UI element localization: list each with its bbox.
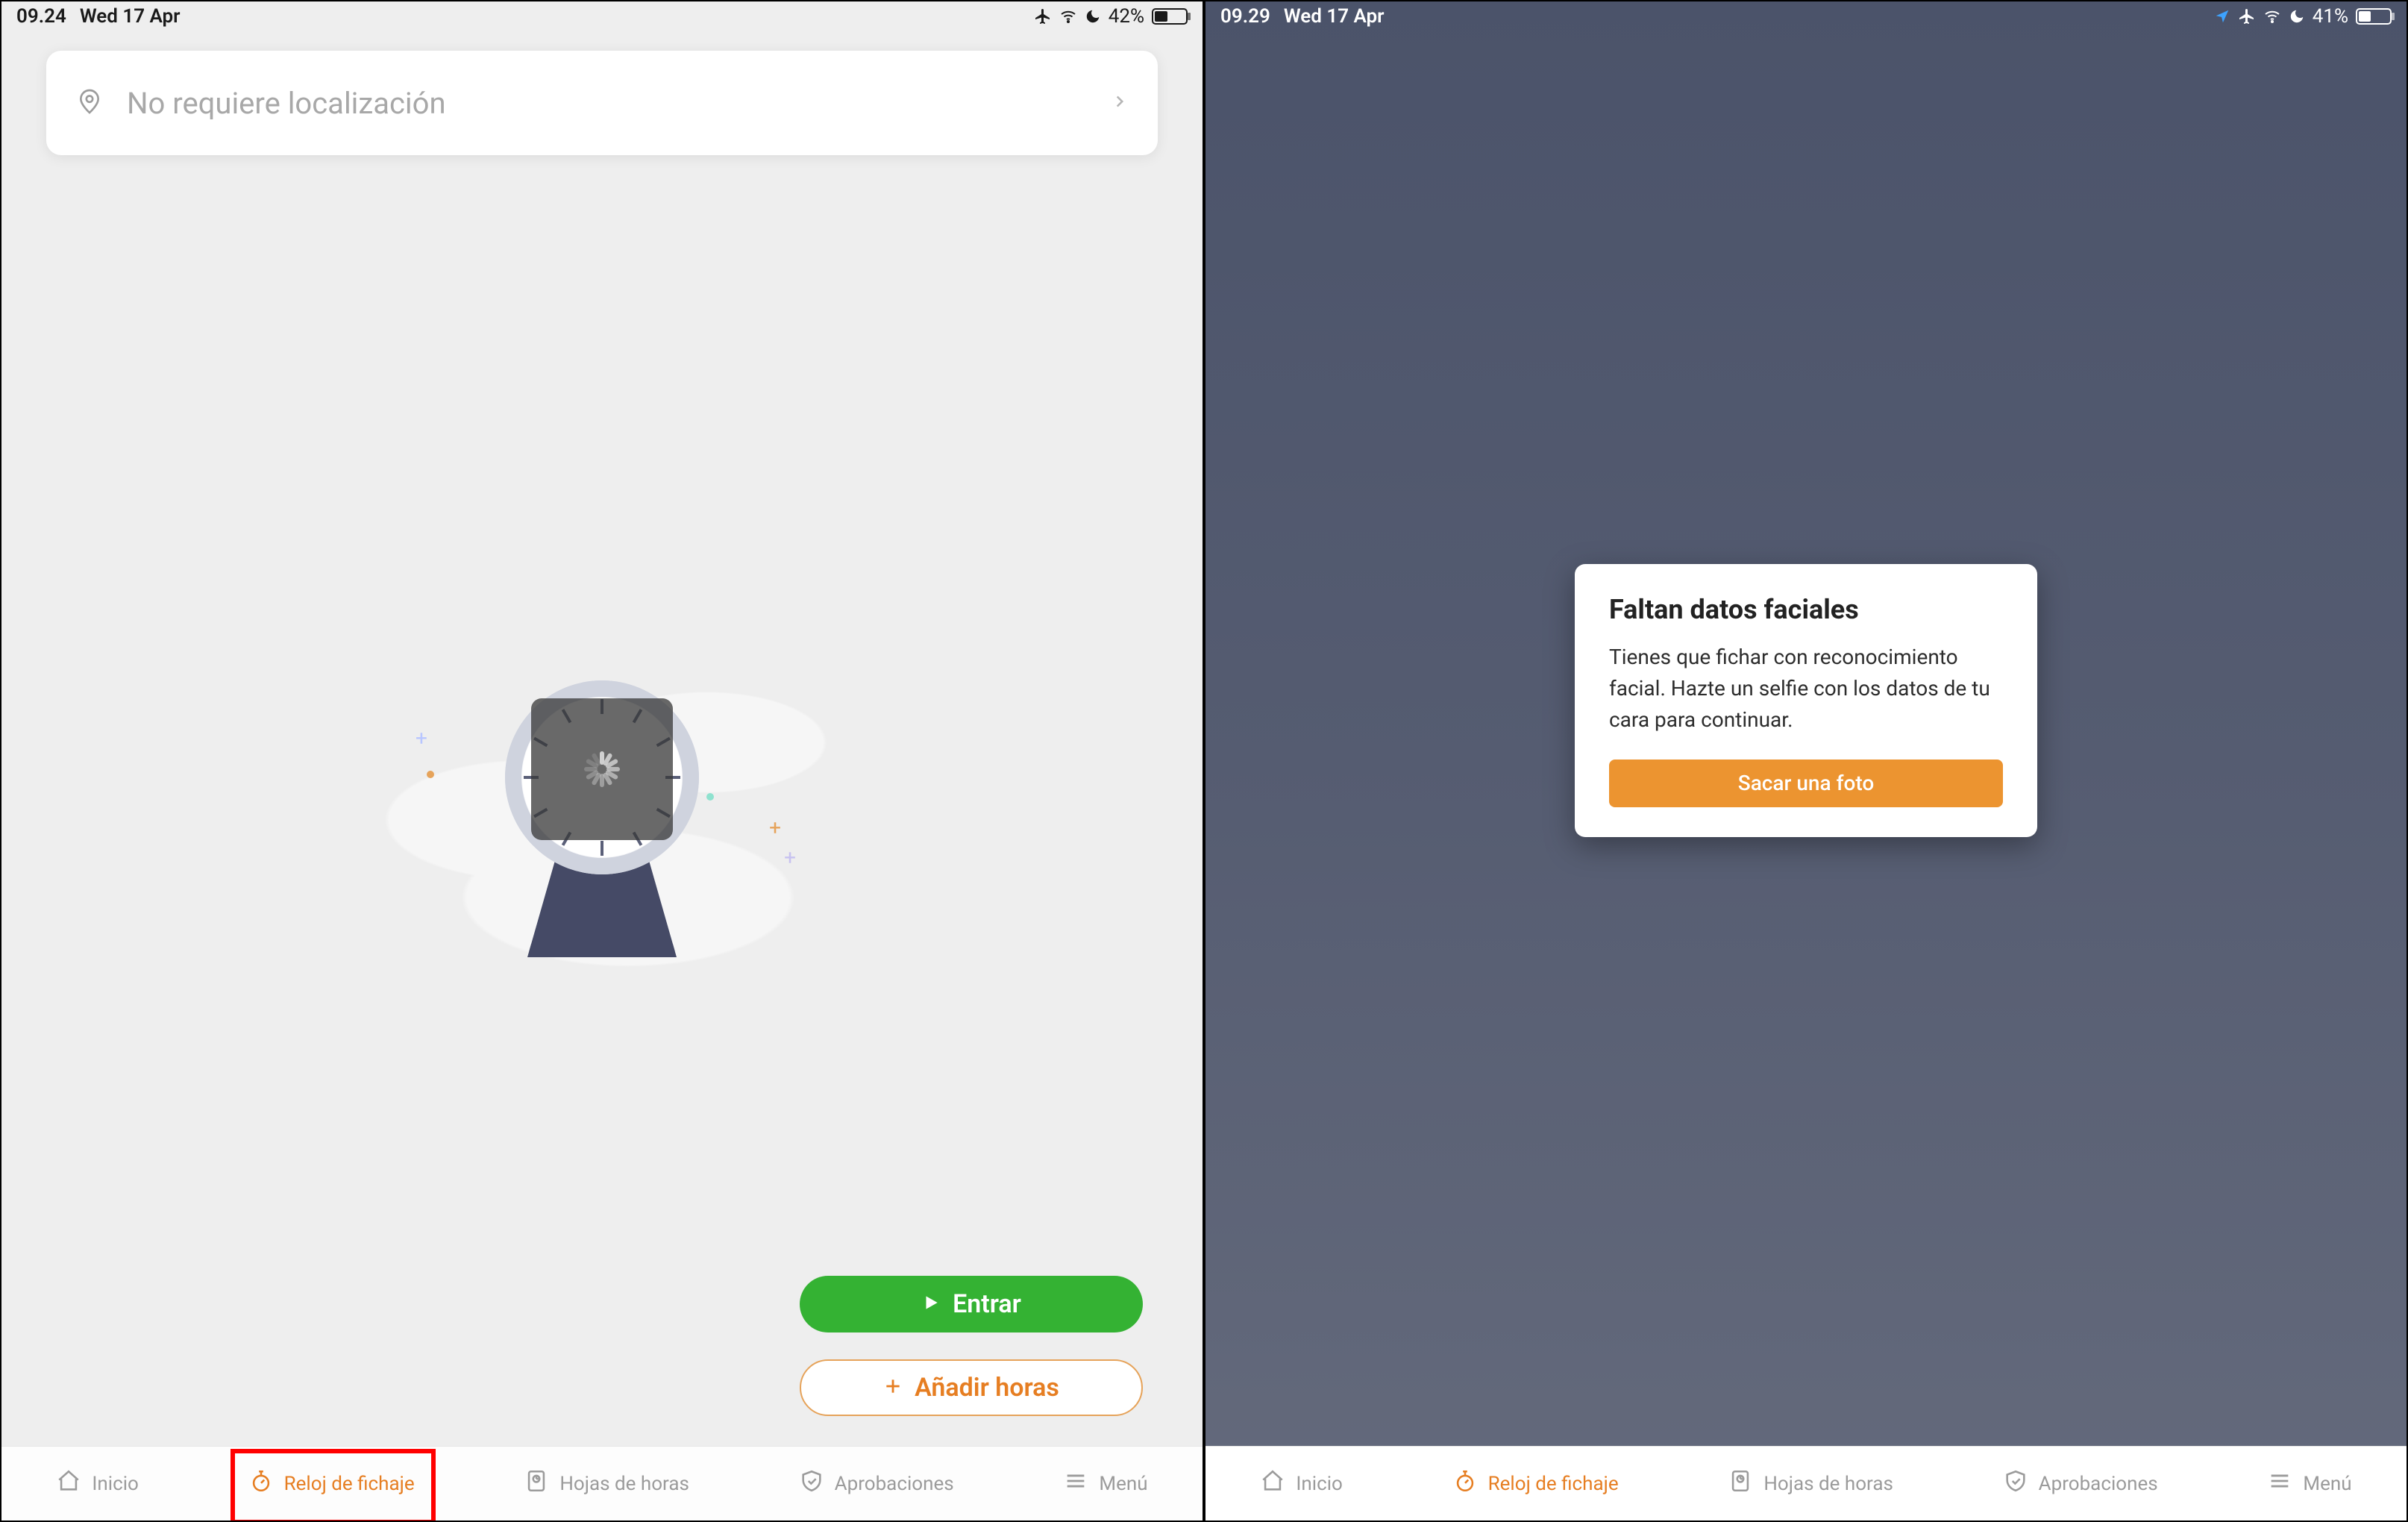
clock-in-button-label: Entrar — [953, 1289, 1021, 1319]
wifi-icon — [1059, 7, 1077, 25]
tab-label: Aprobaciones — [2039, 1473, 2158, 1495]
battery-icon — [2356, 8, 2392, 25]
tab-sheet[interactable]: Hojas de horas — [1716, 1461, 1905, 1506]
status-bar: 09.24 Wed 17 Apr 42% — [1, 1, 1203, 31]
status-date: Wed 17 Apr — [1284, 5, 1385, 28]
tab-home[interactable]: Inicio — [44, 1461, 151, 1506]
moon-icon — [2289, 8, 2305, 25]
play-icon — [921, 1289, 941, 1319]
location-pin-icon — [75, 87, 104, 119]
modal-body: Tienes que fichar con reconocimiento fac… — [1609, 642, 2003, 736]
take-photo-button-label: Sacar una foto — [1738, 771, 1874, 795]
tab-label: Aprobaciones — [835, 1473, 954, 1495]
tab-home[interactable]: Inicio — [1248, 1461, 1355, 1506]
tab-stopwatch[interactable]: Reloj de fichaje — [236, 1461, 427, 1506]
facial-data-modal: Faltan datos faciales Tienes que fichar … — [1575, 564, 2037, 837]
sheet-icon — [1728, 1468, 1753, 1499]
stopwatch-icon — [1452, 1468, 1478, 1499]
tab-shield[interactable]: Aprobaciones — [787, 1461, 966, 1506]
battery-icon — [1152, 8, 1188, 25]
clock-illustration: + + + — [46, 155, 1158, 1446]
tab-bar: Inicio Reloj de fichaje Hojas de horas Apro… — [1, 1446, 1203, 1521]
add-hours-button-label: Añadir horas — [915, 1373, 1059, 1403]
take-photo-button[interactable]: Sacar una foto — [1609, 760, 2003, 807]
chevron-right-icon — [1110, 92, 1129, 114]
wifi-icon — [2263, 7, 2281, 25]
location-arrow-icon — [2214, 8, 2230, 25]
modal-title: Faltan datos faciales — [1609, 594, 2003, 625]
battery-percent: 41% — [2313, 5, 2348, 28]
tab-menu[interactable]: Menú — [1051, 1461, 1159, 1506]
tab-label: Reloj de fichaje — [1488, 1473, 1619, 1495]
sheet-icon — [524, 1468, 549, 1499]
status-time: 09.29 — [1220, 5, 1270, 28]
loading-overlay — [531, 698, 673, 840]
tab-menu[interactable]: Menú — [2255, 1461, 2363, 1506]
clock-in-button[interactable]: Entrar — [800, 1276, 1143, 1332]
battery-percent: 42% — [1109, 5, 1144, 28]
tab-bar: Inicio Reloj de fichaje Hojas de horas Apro… — [1205, 1446, 2407, 1521]
battery-fill — [2359, 11, 2371, 22]
status-bar: 09.29 Wed 17 Apr 41% — [1205, 1, 2407, 31]
plus-icon — [883, 1373, 903, 1403]
status-date: Wed 17 Apr — [80, 5, 181, 28]
menu-icon — [2267, 1468, 2292, 1499]
tab-label: Hojas de horas — [559, 1473, 689, 1495]
airplane-icon — [1034, 7, 1052, 25]
moon-icon — [1085, 8, 1101, 25]
tab-stopwatch[interactable]: Reloj de fichaje — [1440, 1461, 1631, 1506]
device-right-screen: 09.29 Wed 17 Apr 41% — [1204, 0, 2408, 1522]
tab-shield[interactable]: Aprobaciones — [1991, 1461, 2170, 1506]
location-card[interactable]: No requiere localización — [46, 51, 1158, 155]
status-time: 09.24 — [16, 5, 66, 28]
shield-icon — [2003, 1468, 2028, 1499]
tab-label: Reloj de fichaje — [284, 1473, 415, 1495]
tab-sheet[interactable]: Hojas de horas — [512, 1461, 701, 1506]
shield-icon — [799, 1468, 824, 1499]
home-icon — [56, 1468, 81, 1499]
menu-icon — [1063, 1468, 1088, 1499]
tab-label: Hojas de horas — [1763, 1473, 1893, 1495]
tab-label: Inicio — [1296, 1473, 1343, 1495]
location-label: No requiere localización — [127, 86, 446, 121]
stopwatch-icon — [248, 1468, 274, 1499]
battery-fill — [1155, 11, 1167, 22]
tab-label: Inicio — [92, 1473, 139, 1495]
add-hours-button[interactable]: Añadir horas — [800, 1359, 1143, 1416]
home-icon — [1260, 1468, 1285, 1499]
loading-spinner-icon — [580, 747, 624, 792]
tab-label: Menú — [2303, 1473, 2351, 1495]
tab-label: Menú — [1099, 1473, 1147, 1495]
airplane-icon — [2238, 7, 2256, 25]
device-left-screen: 09.24 Wed 17 Apr 42% — [0, 0, 1204, 1522]
